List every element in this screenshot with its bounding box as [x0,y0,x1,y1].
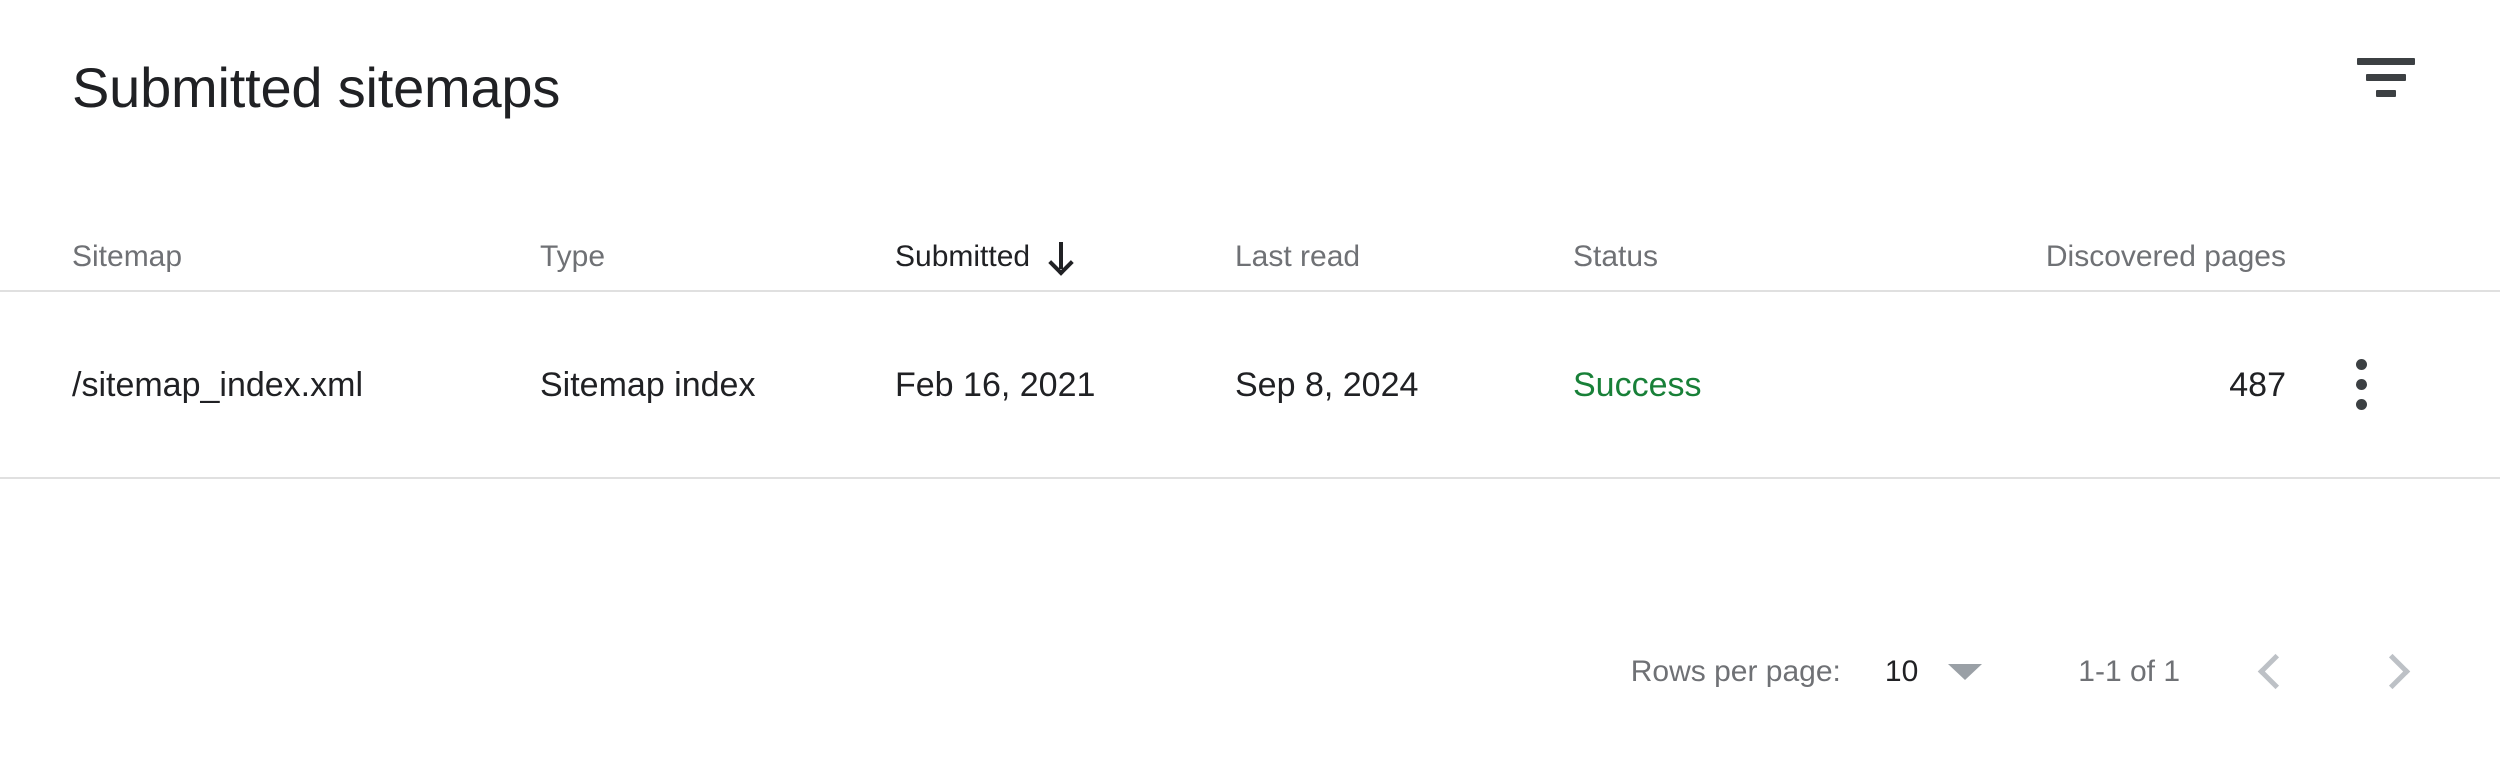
cell-lastread-value: Sep 8, 2024 [1235,365,1419,404]
cell-sitemap-value: /sitemap_index.xml [72,365,364,404]
cell-lastread: Sep 8, 2024 [1235,368,1573,402]
filter-icon-bar-1 [2357,57,2415,65]
chevron-left-icon [2257,653,2294,690]
pagination-nav [2232,632,2436,712]
cell-submitted: Feb 16, 2021 [895,368,1235,402]
more-vert-icon[interactable] [2324,348,2398,422]
arrow-down-icon [1048,242,1074,272]
submitted-sitemaps-panel: Submitted sitemaps Sitemap Type Submitte… [0,0,2500,766]
rows-per-page-select[interactable]: 10 [1884,654,1983,689]
filter-icon [2357,57,2415,97]
filter-icon-bar-3 [2376,89,2396,97]
more-vert-dot-3 [2355,399,2367,410]
panel-header: Submitted sitemaps [0,0,2500,190]
column-header-sitemap-label: Sitemap [72,240,183,273]
column-header-status-label: Status [1573,240,1659,273]
column-header-pages[interactable]: Discovered pages [1951,242,2286,272]
rows-per-page-label: Rows per page: [1630,654,1841,688]
column-header-submitted-text: Submitted [895,240,1031,273]
column-header-lastread[interactable]: Last read [1235,242,1573,272]
sitemaps-table: Sitemap Type Submitted Last read Status … [0,190,2500,479]
cell-type-value: Sitemap index [540,365,756,404]
next-page-button[interactable] [2356,632,2436,712]
cell-status: Success [1573,368,1951,402]
more-vert-dot-1 [2355,359,2367,370]
table-header-row: Sitemap Type Submitted Last read Status … [0,190,2500,290]
column-header-type-label: Type [540,240,606,273]
column-header-submitted[interactable]: Submitted [895,242,1235,272]
table-row[interactable]: /sitemap_index.xml Sitemap index Feb 16,… [0,292,2500,477]
table-footer-divider [0,477,2500,479]
filter-icon-bar-2 [2366,73,2406,81]
previous-page-button[interactable] [2232,632,2312,712]
status-badge: Success [1573,365,1702,404]
cell-type: Sitemap index [540,368,895,402]
more-vert-dot-2 [2355,379,2367,390]
rows-per-page-value: 10 [1884,654,1919,688]
paginator: Rows per page: 10 1-1 of 1 [0,577,2500,766]
column-header-pages-label: Discovered pages [2045,240,2286,273]
page-range-label: 1-1 of 1 [2078,654,2180,688]
chevron-down-icon [1948,663,1983,680]
column-header-lastread-label: Last read [1235,240,1361,273]
cell-row-menu [2286,348,2436,422]
column-header-submitted-label: Submitted [895,242,1074,272]
cell-sitemap[interactable]: /sitemap_index.xml [72,368,540,402]
cell-pages: 487 [1951,368,2286,402]
column-header-type[interactable]: Type [540,242,895,272]
chevron-right-icon [2374,653,2411,690]
page-title: Submitted sitemaps [72,56,561,119]
column-header-sitemap[interactable]: Sitemap [72,242,540,272]
column-header-status[interactable]: Status [1573,242,1951,272]
filter-button[interactable] [2344,35,2428,119]
cell-pages-value: 487 [2229,365,2286,404]
cell-submitted-value: Feb 16, 2021 [895,365,1096,404]
